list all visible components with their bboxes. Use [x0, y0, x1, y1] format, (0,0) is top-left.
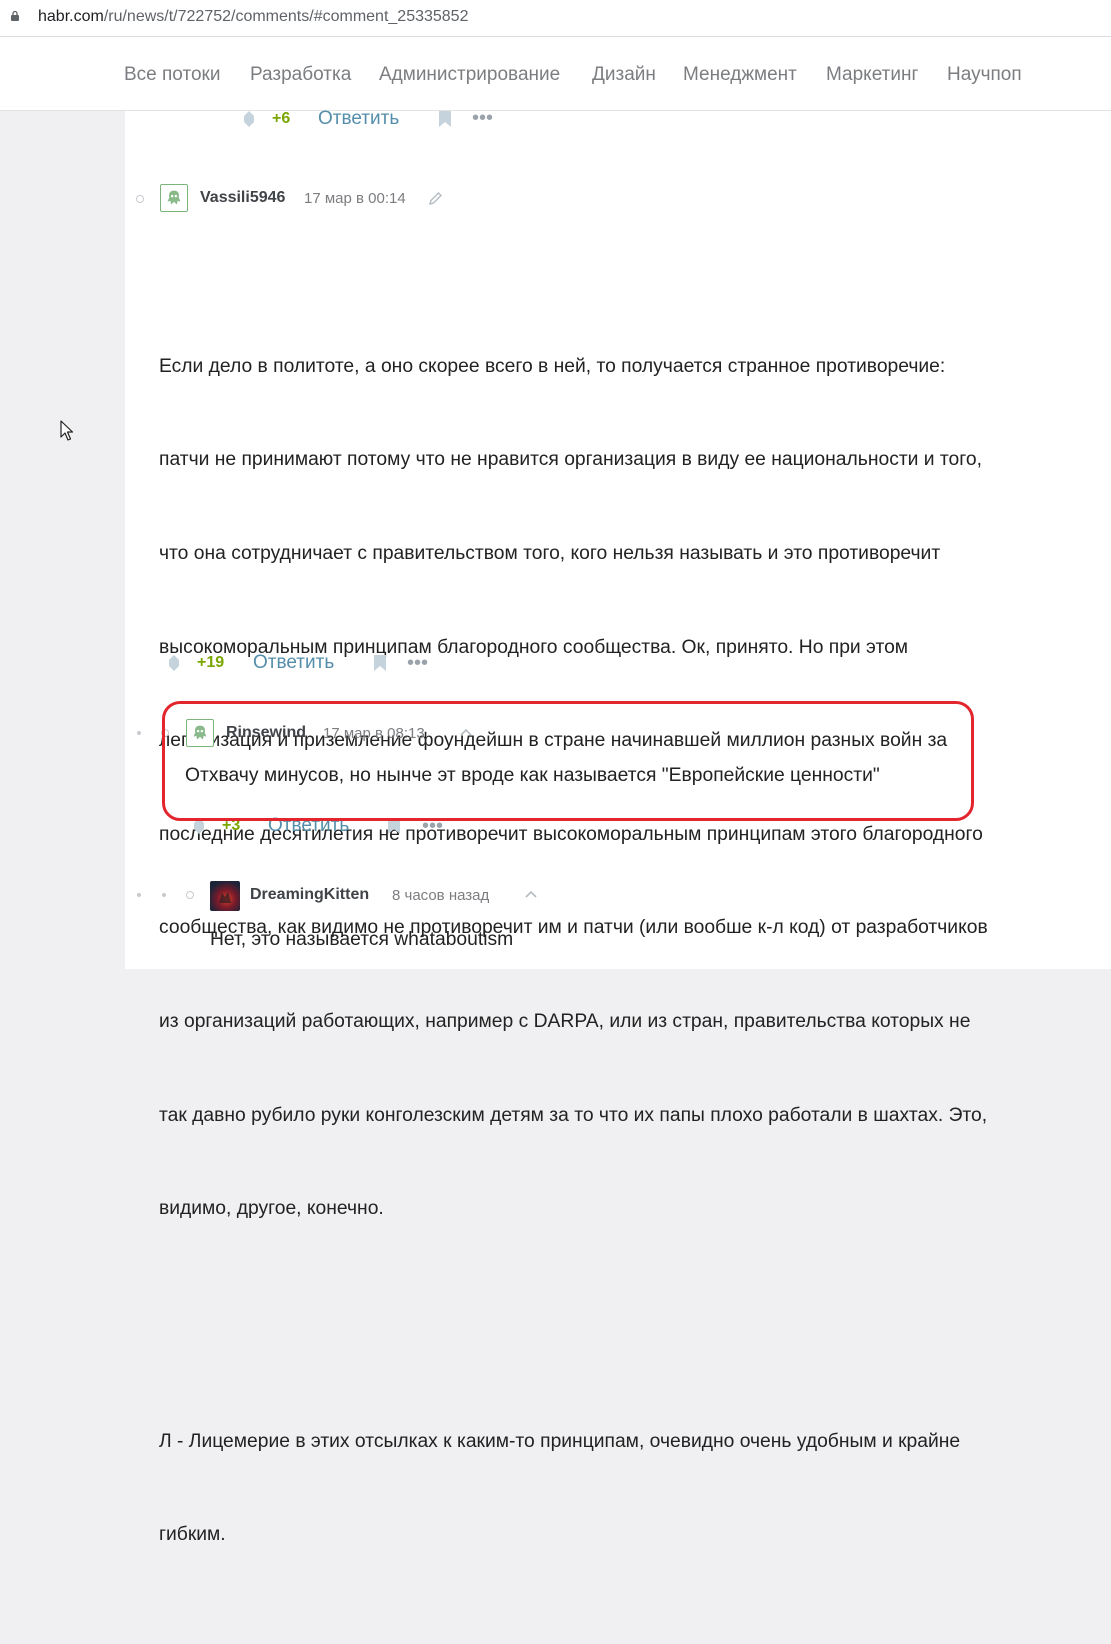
bookmark-icon[interactable] [373, 654, 387, 672]
thread-bullet [186, 891, 194, 899]
chevron-up-icon[interactable] [458, 726, 474, 738]
thread-bullet [137, 731, 141, 735]
thread-bullet [137, 893, 141, 897]
comment-time[interactable]: 17 мар в 08:13 [323, 725, 425, 742]
more-icon[interactable]: ••• [407, 653, 428, 673]
comment-time[interactable]: 17 мар в 00:14 [304, 190, 406, 207]
text-line: Если дело в политоте, а оно скорее всего… [159, 355, 946, 377]
comment-paragraph: Л - Лицемерие в этих отсылках к каким-то… [159, 1363, 1079, 1613]
text-line: патчи не принимают потому что не нравитс… [159, 449, 982, 471]
text-line: из организаций работающих, например с DA… [159, 1011, 971, 1033]
bookmark-icon[interactable] [387, 817, 401, 835]
comment-body: Нет, это называется whataboutism [210, 929, 514, 950]
url-domain: habr.com [38, 8, 104, 25]
comment-score: +19 [197, 654, 225, 671]
more-icon[interactable]: ••• [472, 108, 493, 128]
comment-author[interactable]: Vassili5946 [200, 189, 285, 207]
thread-bullet [136, 195, 144, 203]
site-nav: Все потоки Разработка Администрирование … [0, 37, 1111, 111]
chevron-up-icon[interactable] [523, 888, 539, 900]
nav-item-development[interactable]: Разработка [250, 64, 351, 86]
comment-time[interactable]: 8 часов назад [392, 887, 489, 904]
reply-button[interactable]: Ответить [253, 652, 334, 674]
nav-item-design[interactable]: Дизайн [592, 64, 656, 86]
avatar[interactable] [160, 184, 188, 212]
vote-icon[interactable] [243, 110, 255, 128]
avatar[interactable] [210, 881, 240, 911]
text-line: что она сотрудничает с правительством то… [159, 543, 941, 565]
comment-author[interactable]: Rinsewind [226, 724, 306, 742]
comment-author[interactable]: DreamingKitten [250, 886, 369, 904]
cursor-arrow-icon [60, 420, 74, 441]
text-line: Л - Лицемерие в этих отсылках к каким-то… [159, 1430, 961, 1452]
thread-bullet [161, 729, 169, 737]
avatar[interactable] [186, 719, 214, 747]
url-text[interactable]: habr.com/ru/news/t/722752/comments/#comm… [38, 8, 468, 26]
url-path: /ru/news/t/722752/comments/#comment_2533… [103, 8, 469, 25]
text-line: гибким. [159, 1524, 226, 1546]
bookmark-icon[interactable] [438, 110, 452, 128]
reply-button[interactable]: Ответить [318, 108, 399, 130]
nav-item-marketing[interactable]: Маркетинг [826, 64, 918, 86]
nav-item-popsci[interactable]: Научпоп [947, 64, 1022, 86]
address-bar[interactable]: habr.com/ru/news/t/722752/comments/#comm… [0, 0, 1111, 37]
vote-icon[interactable] [168, 654, 180, 672]
vote-icon[interactable] [193, 817, 205, 835]
reply-button[interactable]: Ответить [268, 815, 349, 837]
comment-body: Отхвачу минусов, но нынче эт вроде как н… [185, 765, 880, 786]
nav-item-administration[interactable]: Администрирование [379, 64, 560, 86]
text-line: видимо, другое, конечно. [159, 1198, 384, 1220]
lock-icon [11, 11, 19, 21]
more-icon[interactable]: ••• [422, 816, 443, 836]
nav-item-all-flows[interactable]: Все потоки [124, 64, 220, 86]
thread-bullet [162, 893, 166, 897]
nav-item-management[interactable]: Менеджмент [683, 64, 797, 86]
comment-score: +3 [222, 817, 241, 834]
text-line: так давно рубило руки конголезским детям… [159, 1104, 988, 1126]
comment-score: +6 [272, 110, 291, 127]
edit-pencil-icon [428, 192, 442, 206]
